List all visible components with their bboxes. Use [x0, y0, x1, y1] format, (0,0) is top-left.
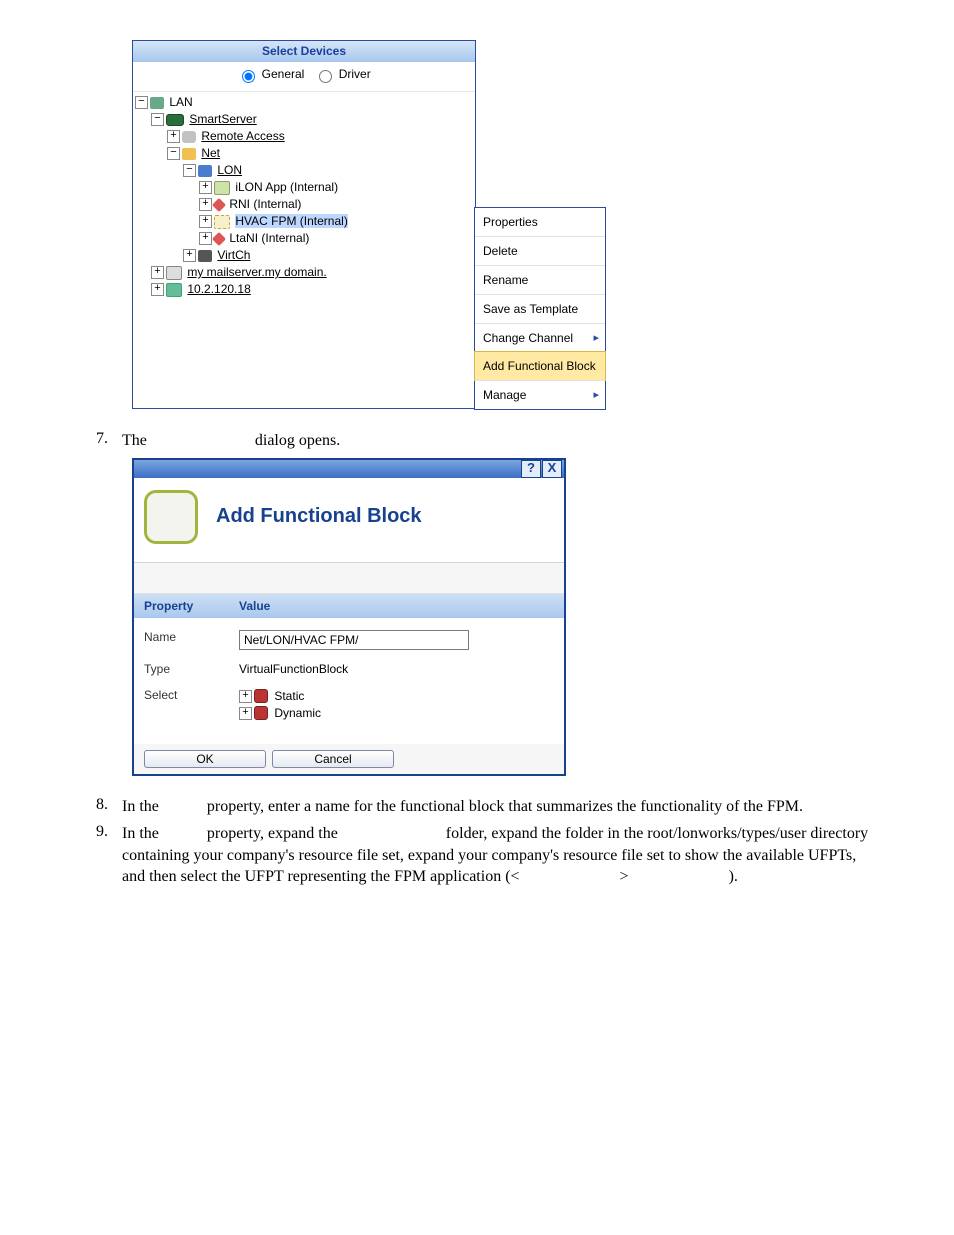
add-functional-block-dialog: ? X Add Functional Block Property Value …	[132, 458, 566, 776]
static-node[interactable]: Static	[274, 689, 304, 703]
dialog-body: Name Type VirtualFunctionBlock Select + …	[134, 618, 564, 744]
lan-icon	[150, 97, 164, 109]
lon-node[interactable]: LON	[217, 163, 242, 177]
remote-access-node[interactable]: Remote Access	[201, 129, 284, 143]
dialog-titlebar: ? X	[134, 460, 564, 478]
step-number: 7.	[80, 430, 122, 452]
host-node[interactable]: 10.2.120.18	[187, 282, 250, 296]
expander-icon[interactable]: +	[167, 130, 180, 143]
cancel-button[interactable]: Cancel	[272, 750, 394, 768]
driver-label: Driver	[339, 67, 371, 81]
text: dialog opens.	[251, 432, 340, 449]
ok-button[interactable]: OK	[144, 750, 266, 768]
select-label: Select	[144, 688, 239, 702]
lan-node[interactable]: LAN	[169, 95, 192, 109]
dialog-title: Add Functional Block	[216, 505, 422, 528]
text: In the	[122, 798, 163, 815]
driver-radio[interactable]: Driver	[314, 67, 370, 81]
expander-icon[interactable]: +	[199, 215, 212, 228]
step-text: In the property, expand the folder, expa…	[122, 823, 874, 888]
remote-access-icon	[182, 131, 196, 143]
lon-icon	[198, 165, 212, 177]
ctx-change-channel[interactable]: Change Channel	[475, 323, 605, 352]
step-9: 9. In the property, expand the folder, e…	[80, 823, 874, 888]
step-text: The dialog opens.	[122, 430, 874, 452]
expander-icon[interactable]: +	[239, 707, 252, 720]
expander-icon[interactable]: −	[135, 96, 148, 109]
expander-icon[interactable]: +	[199, 232, 212, 245]
ctx-rename[interactable]: Rename	[475, 265, 605, 294]
expander-icon[interactable]: +	[239, 690, 252, 703]
col-property: Property	[144, 599, 239, 613]
step-text: In the property, enter a name for the fu…	[122, 796, 874, 818]
expander-icon[interactable]: +	[199, 198, 212, 211]
panel-header: Select Devices	[133, 41, 475, 62]
net-node[interactable]: Net	[201, 146, 220, 160]
dynamic-icon	[254, 706, 268, 720]
general-label: General	[262, 67, 305, 81]
virtch-icon	[198, 250, 212, 262]
ctx-save-template[interactable]: Save as Template	[475, 294, 605, 323]
text: property, enter a name for the functiona…	[203, 798, 803, 815]
expander-icon[interactable]: +	[151, 283, 164, 296]
step-8: 8. In the property, enter a name for the…	[80, 796, 874, 818]
text: ).	[729, 868, 738, 885]
hvac-icon	[214, 215, 230, 229]
expander-icon[interactable]: −	[167, 147, 180, 160]
name-input[interactable]	[239, 630, 469, 650]
close-button[interactable]: X	[542, 460, 562, 478]
device-icon	[214, 181, 230, 195]
expander-icon[interactable]: −	[151, 113, 164, 126]
type-value: VirtualFunctionBlock	[239, 662, 348, 676]
ctx-add-functional-block[interactable]: Add Functional Block	[474, 351, 606, 381]
smartserver-node[interactable]: SmartServer	[189, 112, 256, 126]
expander-icon[interactable]: +	[199, 181, 212, 194]
step-number: 8.	[80, 796, 122, 818]
dialog-spacer	[134, 563, 564, 594]
hvac-fpm-node[interactable]: HVAC FPM (Internal)	[235, 214, 347, 228]
expander-icon[interactable]: −	[183, 164, 196, 177]
rni-icon	[212, 198, 226, 212]
type-label: Type	[144, 662, 239, 676]
ltani-node[interactable]: LtaNI (Internal)	[229, 231, 309, 245]
ctx-properties[interactable]: Properties	[475, 208, 605, 236]
text: In the	[122, 825, 163, 842]
context-menu: Properties Delete Rename Save as Templat…	[474, 207, 606, 410]
ctx-delete[interactable]: Delete	[475, 236, 605, 265]
ltani-icon	[212, 232, 226, 246]
dialog-header: Add Functional Block	[134, 478, 564, 563]
mailserver-node[interactable]: my mailserver.my domain.	[187, 265, 326, 279]
expander-icon[interactable]: +	[151, 266, 164, 279]
select-devices-screenshot: Select Devices General Driver − LAN − Sm…	[132, 40, 874, 410]
select-tree: + Static + Dynamic	[239, 688, 321, 722]
select-devices-panel: Select Devices General Driver − LAN − Sm…	[132, 40, 476, 409]
view-mode-radios: General Driver	[133, 62, 475, 92]
step-number: 9.	[80, 823, 122, 888]
text: The	[122, 432, 151, 449]
dialog-column-header: Property Value	[134, 594, 564, 618]
virtch-node[interactable]: VirtCh	[217, 248, 250, 262]
functional-block-icon	[144, 490, 198, 544]
static-icon	[254, 689, 268, 703]
text: >	[620, 868, 629, 885]
help-button[interactable]: ?	[521, 460, 541, 478]
col-value: Value	[239, 599, 270, 613]
dynamic-node[interactable]: Dynamic	[274, 706, 321, 720]
smartserver-icon	[166, 114, 184, 126]
step-7: 7. The dialog opens.	[80, 430, 874, 452]
expander-icon[interactable]: +	[183, 249, 196, 262]
ctx-manage[interactable]: Manage	[475, 380, 605, 409]
name-label: Name	[144, 630, 239, 644]
general-radio[interactable]: General	[237, 67, 304, 81]
ilon-app-node[interactable]: iLON App (Internal)	[235, 180, 338, 194]
net-icon	[182, 148, 196, 160]
dialog-footer: OK Cancel	[134, 744, 564, 774]
rni-node[interactable]: RNI (Internal)	[229, 197, 301, 211]
text: property, expand the	[203, 825, 342, 842]
mail-icon	[166, 266, 182, 280]
host-icon	[166, 283, 182, 297]
device-tree: − LAN − SmartServer + Remote Access − Ne…	[133, 92, 475, 408]
